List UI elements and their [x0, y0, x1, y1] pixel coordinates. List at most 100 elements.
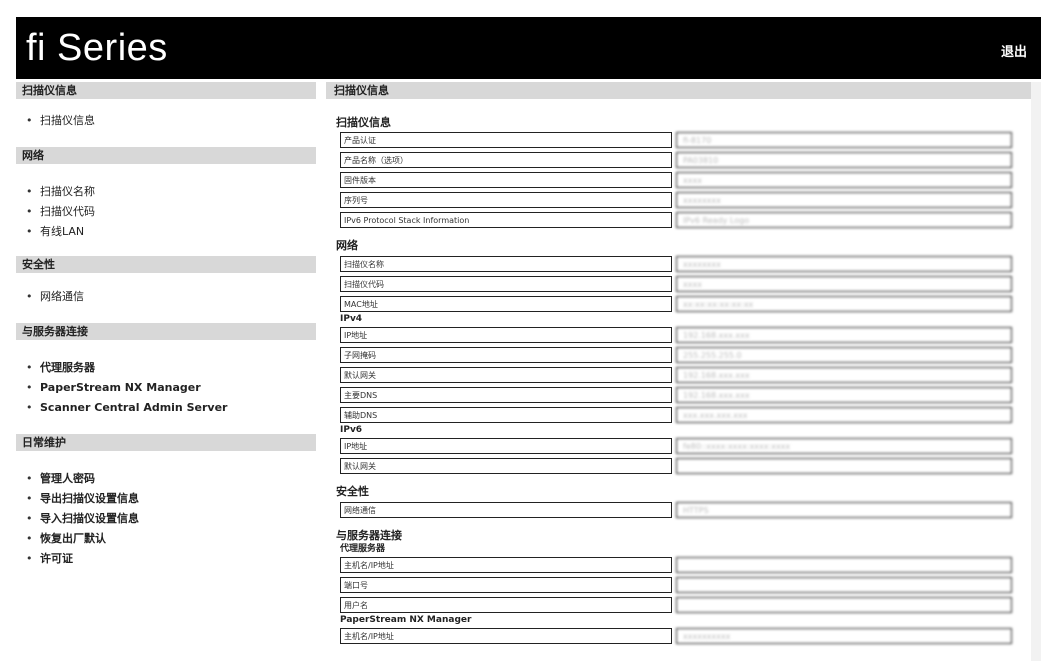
- field-value: 192.168.xxx.xxx: [676, 327, 1012, 343]
- sidebar-item-label[interactable]: 扫描仪信息: [40, 114, 95, 127]
- bullet-icon: •: [26, 401, 33, 414]
- field-value: xxxxxxxx: [676, 256, 1012, 272]
- sidebar: 扫描仪信息 • 扫描仪信息 网络 • 扫描仪名称 • 扫描仪代码 • 有线LAN 安全性…: [16, 82, 316, 661]
- field-label: 固件版本: [340, 172, 672, 188]
- info-row: IPv6 Protocol Stack Information IPv6 Read…: [340, 210, 1041, 230]
- field-label: 主机名/IP地址: [340, 628, 672, 644]
- field-label: IP地址: [340, 327, 672, 343]
- sidebar-item-proxy-server[interactable]: • 代理服务器: [16, 358, 316, 378]
- sidebar-item-scanner-central-admin-server[interactable]: • Scanner Central Admin Server: [16, 398, 316, 418]
- sidebar-item-label[interactable]: 代理服务器: [40, 361, 95, 374]
- sidebar-item-label[interactable]: 导入扫描仪设置信息: [40, 512, 139, 525]
- sidebar-section-title-server-connection: 与服务器连接: [16, 323, 316, 340]
- field-value: [676, 597, 1012, 613]
- sidebar-section-title-maintenance: 日常维护: [16, 434, 316, 451]
- sidebar-item-label[interactable]: PaperStream NX Manager: [40, 381, 201, 394]
- field-label: 子网掩码: [340, 347, 672, 363]
- sidebar-item-import-settings[interactable]: • 导入扫描仪设置信息: [16, 509, 316, 529]
- sidebar-list-security: • 网络通信: [16, 287, 316, 307]
- sidebar-item-label[interactable]: 扫描仪名称: [40, 185, 95, 198]
- product-logo: fi Series: [26, 27, 168, 69]
- bullet-icon: •: [26, 472, 33, 485]
- sidebar-item-scanner-info[interactable]: • 扫描仪信息: [16, 111, 316, 131]
- field-label: 用户名: [340, 597, 672, 613]
- sidebar-item-paperstream-nx-manager[interactable]: • PaperStream NX Manager: [16, 378, 316, 398]
- sidebar-item-license[interactable]: • 许可证: [16, 549, 316, 569]
- page-title: 扫描仪信息: [326, 82, 1041, 99]
- group-title-network: 网络: [336, 239, 358, 252]
- sidebar-item-label[interactable]: 有线LAN: [40, 225, 84, 238]
- field-value: xxxxxxxxxx: [676, 628, 1012, 644]
- field-label: 主机名/IP地址: [340, 557, 672, 573]
- field-value: 192.168.xxx.xxx: [676, 367, 1012, 383]
- bullet-icon: •: [26, 512, 33, 525]
- group-title-scanner-info: 扫描仪信息: [336, 116, 391, 129]
- sidebar-item-label[interactable]: 恢复出厂默认: [40, 532, 106, 545]
- sidebar-item-label[interactable]: 导出扫描仪设置信息: [40, 492, 139, 505]
- info-row: 扫描仪代码 xxxx: [340, 274, 1041, 294]
- info-row: 默认网关: [340, 456, 1041, 476]
- sidebar-item-label[interactable]: Scanner Central Admin Server: [40, 401, 227, 414]
- sidebar-item-export-settings[interactable]: • 导出扫描仪设置信息: [16, 489, 316, 509]
- group-title-server-connection: 与服务器连接: [336, 529, 402, 542]
- sidebar-item-label[interactable]: 扫描仪代码: [40, 205, 95, 218]
- field-value: [676, 557, 1012, 573]
- info-row: 端口号: [340, 575, 1041, 595]
- bullet-icon: •: [26, 225, 33, 238]
- subgroup-title-paperstream-nx: PaperStream NX Manager: [340, 615, 472, 625]
- field-value: fe80::xxxx:xxxx:xxxx:xxxx: [676, 438, 1012, 454]
- sidebar-item-scanner-name[interactable]: • 扫描仪名称: [16, 182, 316, 202]
- info-row: 序列号 xxxxxxxx: [340, 190, 1041, 210]
- field-value: xxxx: [676, 172, 1012, 188]
- info-row: 用户名: [340, 595, 1041, 615]
- bullet-icon: •: [26, 290, 33, 303]
- field-value: IPv6 Ready Logo: [676, 212, 1012, 228]
- bullet-icon: •: [26, 114, 33, 127]
- sidebar-item-factory-reset[interactable]: • 恢复出厂默认: [16, 529, 316, 549]
- sidebar-item-label[interactable]: 网络通信: [40, 290, 84, 303]
- field-value: xxxx: [676, 276, 1012, 292]
- field-value: [676, 577, 1012, 593]
- field-label: 产品名称（选项）: [340, 152, 672, 168]
- field-label: 辅助DNS: [340, 407, 672, 423]
- field-value: PA03810: [676, 152, 1012, 168]
- logout-link[interactable]: 退出: [1001, 41, 1027, 60]
- sidebar-item-wired-lan[interactable]: • 有线LAN: [16, 222, 316, 242]
- field-value: xx:xx:xx:xx:xx:xx: [676, 296, 1012, 312]
- sidebar-item-scanner-code[interactable]: • 扫描仪代码: [16, 202, 316, 222]
- sidebar-section-title-network: 网络: [16, 147, 316, 164]
- info-row: 默认网关 192.168.xxx.xxx: [340, 365, 1041, 385]
- bullet-icon: •: [26, 492, 33, 505]
- field-label: 扫描仪代码: [340, 276, 672, 292]
- info-row: MAC地址 xx:xx:xx:xx:xx:xx: [340, 294, 1041, 314]
- field-value: [676, 458, 1012, 474]
- info-row: 产品名称（选项） PA03810: [340, 150, 1041, 170]
- sidebar-section-title-scanner-info: 扫描仪信息: [16, 82, 316, 99]
- field-label: IP地址: [340, 438, 672, 454]
- field-value: 192.168.xxx.xxx: [676, 387, 1012, 403]
- bullet-icon: •: [26, 205, 33, 218]
- info-row: IP地址 192.168.xxx.xxx: [340, 325, 1041, 345]
- info-row: 子网掩码 255.255.255.0: [340, 345, 1041, 365]
- subgroup-title-proxy: 代理服务器: [340, 544, 386, 554]
- field-label: 默认网关: [340, 458, 672, 474]
- bullet-icon: •: [26, 532, 33, 545]
- info-row: 扫描仪名称 xxxxxxxx: [340, 254, 1041, 274]
- field-label: 网络通信: [340, 502, 672, 518]
- bullet-icon: •: [26, 381, 33, 394]
- field-label: MAC地址: [340, 296, 672, 312]
- group-title-security: 安全性: [336, 485, 369, 498]
- field-value: fi-8170: [676, 132, 1012, 148]
- page: fi Series 退出 扫描仪信息 • 扫描仪信息 网络 • 扫描仪名称 • 扫描仪…: [0, 0, 1054, 661]
- sidebar-list-network: • 扫描仪名称 • 扫描仪代码 • 有线LAN: [16, 182, 316, 242]
- header-bar: fi Series 退出: [16, 17, 1041, 79]
- sidebar-section-title-security: 安全性: [16, 256, 316, 273]
- sidebar-item-label[interactable]: 许可证: [40, 552, 73, 565]
- sidebar-item-admin-password[interactable]: • 管理人密码: [16, 469, 316, 489]
- bullet-icon: •: [26, 185, 33, 198]
- field-value: HTTPS: [676, 502, 1012, 518]
- sidebar-item-network-communication[interactable]: • 网络通信: [16, 287, 316, 307]
- sidebar-item-label[interactable]: 管理人密码: [40, 472, 95, 485]
- field-label: 序列号: [340, 192, 672, 208]
- field-label: 主要DNS: [340, 387, 672, 403]
